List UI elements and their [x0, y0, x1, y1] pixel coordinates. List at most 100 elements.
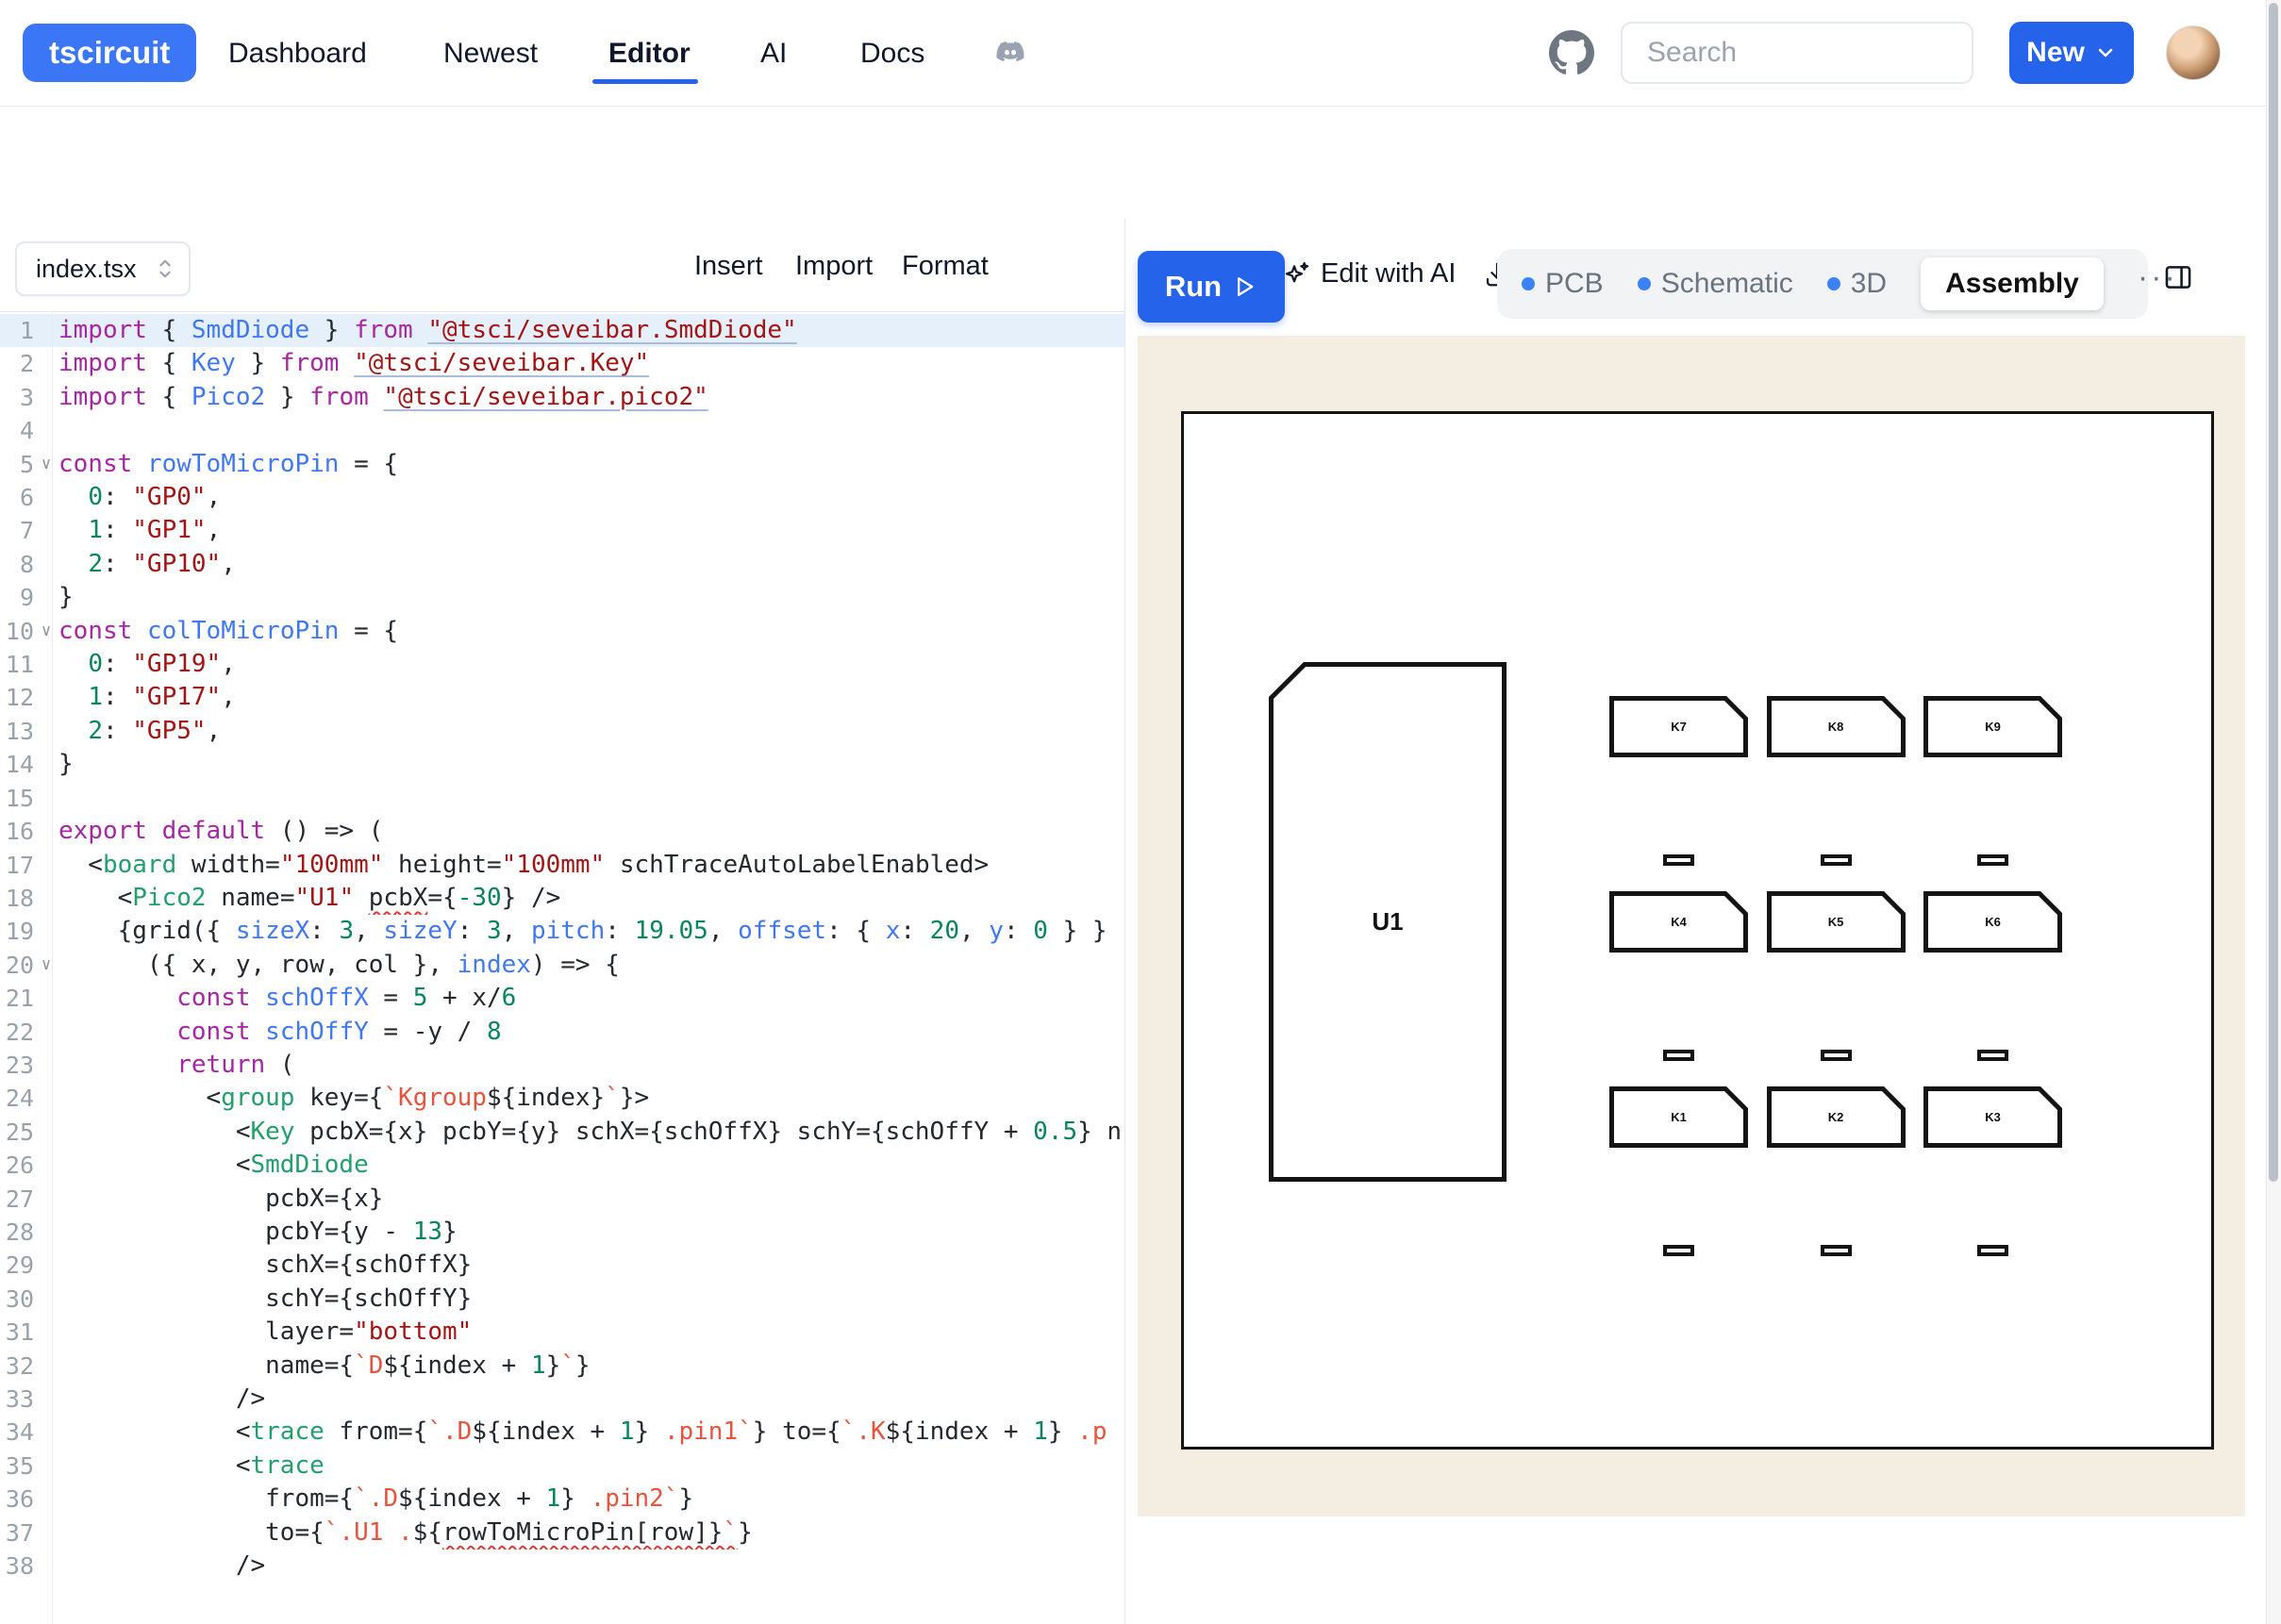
code-line[interactable]: 12 1: "GP17",: [0, 681, 1125, 714]
diode-slit: [1667, 1053, 1690, 1057]
code-line[interactable]: 22 const schOffY = -y / 8: [0, 1016, 1125, 1049]
assembly-canvas[interactable]: U1 K7K8K9K4K5K6K1K2K3: [1138, 336, 2245, 1516]
code-line[interactable]: 34 <trace from={`.D${index + 1} .pin1`} …: [0, 1416, 1125, 1449]
page-scrollbar-thumb[interactable]: [2269, 3, 2278, 1182]
code-line[interactable]: 2import { Key } from "@tsci/seveibar.Key…: [0, 347, 1125, 380]
key-label: K4: [1609, 891, 1748, 953]
assembly-diode: [1821, 1245, 1852, 1256]
code-line[interactable]: 6 0: "GP0",: [0, 481, 1125, 514]
tab-schematic[interactable]: Schematic: [1638, 268, 1793, 300]
line-number: 18: [0, 882, 34, 915]
code-line[interactable]: 18 <Pico2 name="U1" pcbX={-30} />: [0, 882, 1125, 915]
code-line[interactable]: 15: [0, 782, 1125, 815]
github-icon[interactable]: [1549, 30, 1594, 75]
code-text: ({ x, y, row, col }, index) => {: [58, 949, 1125, 982]
code-line[interactable]: 4: [0, 414, 1125, 447]
code-line[interactable]: 17 <board width="100mm" height="100mm" s…: [0, 849, 1125, 882]
nav-link-docs[interactable]: Docs: [860, 38, 924, 70]
code-text: schY={schOffY}: [58, 1283, 1125, 1316]
run-button-label: Run: [1165, 270, 1222, 304]
code-text: <Key pcbX={x} pcbY={y} schX={schOffX} sc…: [58, 1116, 1125, 1149]
line-number: 11: [0, 648, 34, 681]
code-line[interactable]: 16export default () => (: [0, 815, 1125, 848]
code-text: <group key={`Kgroup${index}`}>: [58, 1082, 1125, 1115]
fold-chevron-icon[interactable]: ∨: [34, 949, 58, 982]
code-text: pcbX={x}: [58, 1183, 1125, 1216]
code-line[interactable]: 36 from={`.D${index + 1} .pin2`}: [0, 1483, 1125, 1516]
code-line[interactable]: 23 return (: [0, 1049, 1125, 1082]
menu-insert[interactable]: Insert: [694, 251, 763, 282]
tab-label: Schematic: [1661, 268, 1793, 300]
code-line[interactable]: 26 <SmdDiode: [0, 1149, 1125, 1182]
file-selector[interactable]: index.tsx: [15, 241, 191, 296]
code-line[interactable]: 24 <group key={`Kgroup${index}`}>: [0, 1082, 1125, 1115]
code-line[interactable]: 33 />: [0, 1383, 1125, 1416]
fold-spacer: [34, 414, 58, 447]
code-line[interactable]: 10∨const colToMicroPin = {: [0, 615, 1125, 648]
fold-chevron-icon[interactable]: ∨: [34, 615, 58, 648]
fold-chevron-icon[interactable]: ∨: [34, 448, 58, 481]
tabs-overflow-button[interactable]: ···: [2138, 268, 2178, 300]
run-button[interactable]: Run: [1138, 251, 1285, 323]
edit-with-ai-button[interactable]: Edit with AI: [1281, 258, 1456, 290]
code-line[interactable]: 25 <Key pcbX={x} pcbY={y} schX={schOffX}…: [0, 1116, 1125, 1149]
chevron-down-icon: [2094, 41, 2117, 64]
tab-pcb[interactable]: PCB: [1522, 268, 1604, 300]
fold-spacer: [34, 882, 58, 915]
tab-assembly[interactable]: Assembly: [1921, 257, 2104, 310]
assembly-key-k7: K7: [1609, 696, 1748, 757]
line-number: 24: [0, 1082, 34, 1115]
code-line[interactable]: 19 {grid({ sizeX: 3, sizeY: 3, pitch: 19…: [0, 915, 1125, 948]
menu-import[interactable]: Import: [795, 251, 873, 282]
code-line[interactable]: 35 <trace: [0, 1450, 1125, 1483]
new-button[interactable]: New: [2009, 22, 2134, 84]
fold-spacer: [34, 849, 58, 882]
code-line[interactable]: 5∨const rowToMicroPin = {: [0, 448, 1125, 481]
line-number: 29: [0, 1249, 34, 1282]
status-dot-icon: [1522, 277, 1535, 290]
code-text: <SmdDiode: [58, 1149, 1125, 1182]
code-line[interactable]: 20∨ ({ x, y, row, col }, index) => {: [0, 949, 1125, 982]
fold-spacer: [34, 581, 58, 614]
line-number: 35: [0, 1450, 34, 1483]
code-line[interactable]: 13 2: "GP5",: [0, 715, 1125, 748]
search-box: [1621, 22, 1973, 84]
code-line[interactable]: 32 name={`D${index + 1}`}: [0, 1350, 1125, 1383]
diode-slit: [1667, 1249, 1690, 1252]
code-line[interactable]: 27 pcbX={x}: [0, 1183, 1125, 1216]
user-avatar[interactable]: [2166, 25, 2221, 80]
code-line[interactable]: 7 1: "GP1",: [0, 514, 1125, 547]
chip-label: U1: [1269, 662, 1507, 1182]
code-line[interactable]: 3import { Pico2 } from "@tsci/seveibar.p…: [0, 381, 1125, 414]
fold-spacer: [34, 1183, 58, 1216]
code-text: import { Key } from "@tsci/seveibar.Key": [58, 347, 1125, 380]
diode-slit: [1824, 1249, 1848, 1252]
code-line[interactable]: 31 layer="bottom": [0, 1316, 1125, 1349]
nav-link-newest[interactable]: Newest: [443, 38, 538, 70]
fold-spacer: [34, 1082, 58, 1115]
search-input[interactable]: [1645, 36, 1928, 70]
code-text: 2: "GP5",: [58, 715, 1125, 748]
tscircuit-logo[interactable]: tscircuit: [23, 24, 196, 82]
nav-link-editor[interactable]: Editor: [608, 38, 691, 70]
code-line[interactable]: 9}: [0, 581, 1125, 614]
code-line[interactable]: 11 0: "GP19",: [0, 648, 1125, 681]
code-line[interactable]: 21 const schOffX = 5 + x/6: [0, 982, 1125, 1015]
code-line[interactable]: 30 schY={schOffY}: [0, 1283, 1125, 1316]
code-line[interactable]: 1import { SmdDiode } from "@tsci/seveiba…: [0, 314, 1125, 347]
code-line[interactable]: 38 />: [0, 1549, 1125, 1583]
tab-3d[interactable]: 3D: [1827, 268, 1887, 300]
code-line[interactable]: 28 pcbY={y - 13}: [0, 1216, 1125, 1249]
menu-format[interactable]: Format: [902, 251, 989, 282]
code-line[interactable]: 37 to={`.U1 .${rowToMicroPin[row]}`}: [0, 1516, 1125, 1549]
code-line[interactable]: 14}: [0, 748, 1125, 781]
fold-spacer: [34, 1516, 58, 1549]
nav-link-dashboard[interactable]: Dashboard: [228, 38, 367, 70]
code-lines[interactable]: 1import { SmdDiode } from "@tsci/seveiba…: [0, 314, 1125, 1583]
fold-spacer: [34, 815, 58, 848]
code-line[interactable]: 8 2: "GP10",: [0, 548, 1125, 581]
nav-link-ai[interactable]: AI: [760, 38, 787, 70]
fold-spacer: [34, 1450, 58, 1483]
code-line[interactable]: 29 schX={schOffX}: [0, 1249, 1125, 1282]
discord-icon[interactable]: [992, 38, 1028, 70]
